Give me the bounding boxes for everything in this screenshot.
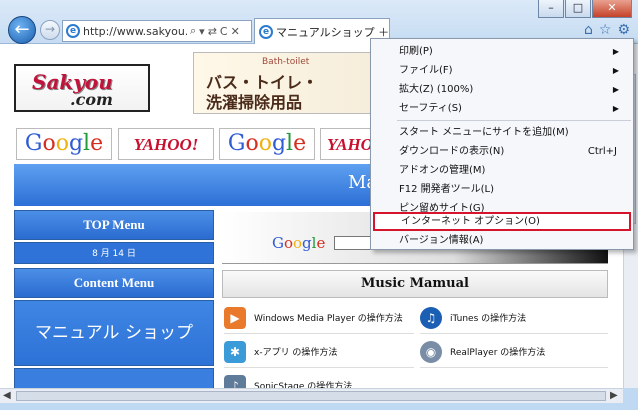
menu-item-label: ダウンロードの表示(N) <box>399 146 505 157</box>
banner-line2: 洗濯掃除用品 <box>206 93 303 112</box>
music-item-xapp[interactable]: ✱ x-アプリ の操作方法 <box>224 336 414 368</box>
date-label: 8 月 14 日 <box>14 242 214 264</box>
menu-button-2[interactable] <box>14 368 214 388</box>
menu-item-label: セーフティ(S) <box>399 103 462 114</box>
music-item-itunes[interactable]: ♫ iTunes の操作方法 <box>420 302 608 334</box>
forward-button[interactable]: → <box>40 20 60 40</box>
banner-small-text: Bath-toilet <box>262 57 310 67</box>
music-item-label: Windows Media Player の操作方法 <box>254 314 403 324</box>
google-banner-2[interactable]: Google <box>219 128 315 160</box>
content-menu-heading[interactable]: Content Menu <box>14 268 214 298</box>
music-item-label: SonicStage の操作方法 <box>254 382 353 388</box>
music-item-label: iTunes の操作方法 <box>450 314 527 324</box>
submenu-arrow-icon: ▶ <box>612 66 619 75</box>
menu-item-print[interactable]: 印刷(P) ▶ <box>373 42 631 61</box>
menu-separator <box>397 120 631 121</box>
submenu-arrow-icon: ▶ <box>612 47 619 56</box>
music-item-realplayer[interactable]: ◉ RealPlayer の操作方法 <box>420 336 608 368</box>
home-icon[interactable]: ⌂ <box>584 22 593 38</box>
address-url[interactable]: http://www.sakyou.c... <box>83 25 187 38</box>
stop-icon[interactable]: ✕ <box>231 25 240 38</box>
yahoo-banner-1[interactable]: YAHOO! <box>118 128 214 160</box>
itunes-icon: ♫ <box>420 306 442 329</box>
music-item-label: RealPlayer の操作方法 <box>450 348 546 358</box>
music-item-label: x-アプリ の操作方法 <box>254 348 338 358</box>
horizontal-scrollbar[interactable]: ◀ ▶ <box>0 388 623 403</box>
scroll-left-icon[interactable]: ◀ <box>3 389 11 403</box>
wmp-icon: ▶ <box>224 306 246 329</box>
favorites-icon[interactable]: ☆ <box>599 22 612 38</box>
menu-item-add-to-start[interactable]: スタート メニューにサイトを追加(M) <box>373 123 631 142</box>
toolbar-icons: ⌂ ☆ ⚙ <box>584 22 630 38</box>
menu-item-label: スタート メニューにサイトを追加(M) <box>399 127 569 138</box>
music-item-wmp[interactable]: ▶ Windows Media Player の操作方法 <box>224 302 414 334</box>
close-window-button[interactable]: ✕ <box>592 0 632 18</box>
menu-shortcut: Ctrl+J <box>587 146 617 157</box>
menu-item-label: インターネット オプション(O) <box>401 216 540 227</box>
sonicstage-icon: ♪ <box>224 374 246 388</box>
address-bar[interactable]: e http://www.sakyou.c... ⌕ ▾ ⇄ C ✕ <box>62 20 252 42</box>
window-controls: – □ ✕ <box>538 0 632 18</box>
scroll-right-icon[interactable]: ▶ <box>610 389 618 403</box>
top-menu-heading[interactable]: TOP Menu <box>14 210 214 240</box>
menu-item-safety[interactable]: セーフティ(S) ▶ <box>373 99 631 118</box>
menu-item-label: アドオンの管理(M) <box>399 165 486 176</box>
music-manual-heading: Music Mamual <box>222 270 608 298</box>
music-item-sonicstage[interactable]: ♪ SonicStage の操作方法 <box>224 370 414 388</box>
menu-item-label: F12 開発者ツール(L) <box>399 184 495 195</box>
menu-item-zoom[interactable]: 拡大(Z) (100%) ▶ <box>373 80 631 99</box>
maximize-button[interactable]: □ <box>565 0 591 18</box>
compat-view-icon[interactable]: ⇄ <box>208 25 217 38</box>
google-banner-1[interactable]: Google <box>16 128 112 160</box>
menu-item-addons[interactable]: アドオンの管理(M) <box>373 161 631 180</box>
menu-item-file[interactable]: ファイル(F) ▶ <box>373 61 631 80</box>
menu-item-about[interactable]: バージョン情報(A) <box>373 231 631 250</box>
back-button[interactable]: ← <box>8 16 36 44</box>
realplayer-icon: ◉ <box>420 340 442 363</box>
site-logo[interactable]: Sakyou .com <box>14 64 150 112</box>
minimize-button[interactable]: – <box>538 0 564 18</box>
google-logo-small: Google <box>272 234 326 252</box>
menu-item-label: ファイル(F) <box>399 65 453 76</box>
menu-item-downloads[interactable]: ダウンロードの表示(N) Ctrl+J <box>373 142 631 161</box>
menu-item-label: 拡大(Z) (100%) <box>399 84 474 95</box>
manual-shop-button[interactable]: マニュアル ショップ <box>14 300 214 366</box>
tools-menu: 印刷(P) ▶ ファイル(F) ▶ 拡大(Z) (100%) ▶ セーフティ(S… <box>370 38 634 250</box>
logo-subtext: .com <box>70 90 113 109</box>
dropdown-icon[interactable]: ▾ <box>199 25 205 38</box>
x-app-icon: ✱ <box>224 340 246 363</box>
status-strip <box>0 403 638 410</box>
menu-item-label: バージョン情報(A) <box>399 235 484 246</box>
menu-item-f12-tools[interactable]: F12 開発者ツール(L) <box>373 180 631 199</box>
search-icon[interactable]: ⌕ <box>190 24 196 38</box>
menu-item-label: 印刷(P) <box>399 46 433 57</box>
refresh-icon[interactable]: C <box>220 25 228 38</box>
submenu-arrow-icon: ▶ <box>612 104 619 113</box>
submenu-arrow-icon: ▶ <box>612 85 619 94</box>
gear-icon[interactable]: ⚙ <box>617 22 630 38</box>
menu-item-internet-options[interactable]: インターネット オプション(O) <box>373 212 631 231</box>
tab-page-icon: e <box>259 24 273 39</box>
ie-page-icon: e <box>66 24 80 38</box>
horizontal-scroll-thumb[interactable] <box>16 391 606 401</box>
